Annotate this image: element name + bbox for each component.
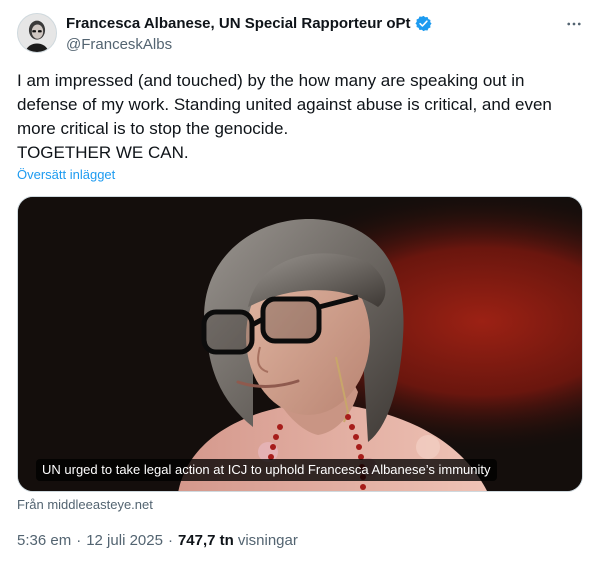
- tweet-time[interactable]: 5:36 em: [17, 532, 71, 549]
- tweet-text-line: defense of my work. Standing united agai…: [17, 95, 552, 114]
- link-preview-card[interactable]: UN urged to take legal action at ICJ to …: [17, 196, 583, 492]
- tweet-date[interactable]: 12 juli 2025: [86, 532, 163, 549]
- author-name-text: Francesca Albanese, UN Special Rapporteu…: [66, 15, 411, 32]
- link-source-domain[interactable]: Från middleeasteye.net: [17, 497, 153, 512]
- tweet-text-line: I am impressed (and touched) by the how …: [17, 71, 525, 90]
- author-display-name[interactable]: Francesca Albanese, UN Special Rapporteu…: [66, 15, 432, 32]
- author-handle[interactable]: @FranceskAlbs: [66, 36, 172, 53]
- tweet-metadata: 5:36 em · 12 juli 2025 · 747,7 tn visnin…: [17, 532, 298, 549]
- more-options-button[interactable]: [560, 12, 588, 36]
- link-preview-caption: UN urged to take legal action at ICJ to …: [36, 459, 497, 481]
- tweet-text-line: more critical is to stop the genocide.: [17, 119, 289, 138]
- more-horizontal-icon: [567, 22, 581, 26]
- views-label: visningar: [237, 532, 298, 549]
- verified-badge-icon[interactable]: [415, 15, 432, 32]
- meta-separator: ·: [76, 532, 82, 549]
- avatar-image: [18, 14, 56, 52]
- article-photo: [18, 197, 582, 491]
- tweet-text-line: TOGETHER WE CAN.: [17, 143, 189, 162]
- translate-post-link[interactable]: Översätt inlägget: [17, 167, 115, 182]
- views-count: 747,7 tn: [177, 532, 234, 549]
- meta-separator: ·: [167, 532, 173, 549]
- tweet-card: Francesca Albanese, UN Special Rapporteu…: [0, 0, 598, 566]
- avatar[interactable]: [17, 13, 57, 53]
- tweet-text: I am impressed (and touched) by the how …: [17, 69, 583, 165]
